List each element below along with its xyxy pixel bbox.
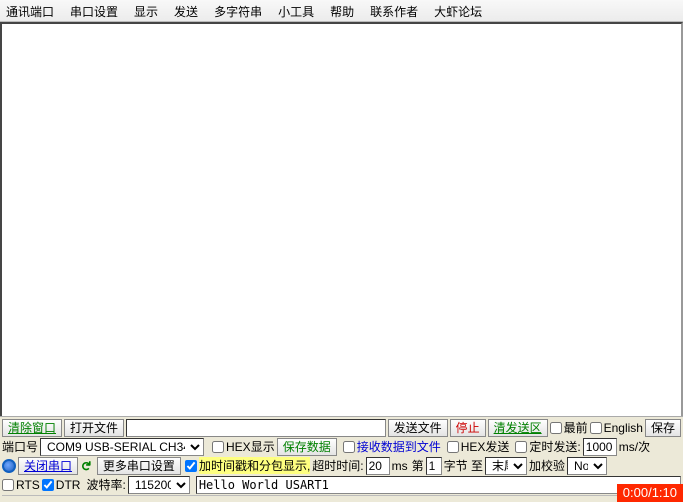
close-serial-button[interactable]: 关闭串口 [18,457,78,475]
tail-select[interactable]: 末尾 [485,457,527,475]
menu-tools[interactable]: 小工具 [278,3,314,18]
hex-show-label: HEX显示 [226,438,275,455]
timed-send-value[interactable] [583,438,617,456]
topmost-label: 最前 [564,419,588,436]
checksum-select[interactable]: None [567,457,607,475]
port-select[interactable]: COM9 USB-SERIAL CH340 [40,438,204,456]
rts-checkbox[interactable] [2,479,14,491]
port-label: 端口号 [2,438,38,455]
menu-serial-settings[interactable]: 串口设置 [70,3,118,18]
dtr-checkbox[interactable] [42,479,54,491]
save-data-button[interactable]: 保存数据 [277,438,337,456]
recv-file-label: 接收数据到文件 [357,438,441,455]
row-serial: 关闭串口 ↻ 更多串口设置 加时间戳和分包显示, 超时时间: ms 第 字节 至… [2,456,681,475]
menu-send[interactable]: 发送 [174,3,198,18]
receive-output[interactable] [0,22,683,418]
timeout-unit: ms [392,459,408,473]
send-file-button[interactable]: 发送文件 [388,419,448,437]
clear-send-button[interactable]: 清发送区 [488,419,548,437]
menu-forum[interactable]: 大虾论坛 [434,3,482,18]
menubar: 通讯端口 串口设置 显示 发送 多字符串 小工具 帮助 联系作者 大虾论坛 [0,0,683,22]
menu-display[interactable]: 显示 [134,3,158,18]
send-input[interactable] [196,476,681,494]
menu-contact[interactable]: 联系作者 [370,3,418,18]
record-icon[interactable] [2,459,16,473]
recv-file-checkbox[interactable] [343,441,355,453]
byte-to-label: 字节 至 [444,457,483,474]
nth-value[interactable] [426,457,442,475]
stop-button[interactable]: 停止 [450,419,486,437]
timestamp-label: 加时间戳和分包显示, [199,457,310,474]
timeout-value[interactable] [366,457,390,475]
dtr-label: DTR [56,478,81,492]
timeout-label: 超时时间: [312,457,363,474]
baud-select[interactable]: 115200 [128,476,190,494]
row-file: 清除窗口 打开文件 发送文件 停止 清发送区 最前 English 保存 [2,418,681,437]
baud-label: 波特率: [86,476,125,493]
menu-port[interactable]: 通讯端口 [6,3,54,18]
clear-window-button[interactable]: 清除窗口 [2,419,62,437]
english-checkbox[interactable] [590,422,602,434]
rts-label: RTS [16,478,40,492]
checksum-label: 加校验 [529,457,565,474]
footer-spacer [2,495,681,501]
timed-send-label: 定时发送: [529,438,580,455]
menu-help[interactable]: 帮助 [330,3,354,18]
topmost-checkbox[interactable] [550,422,562,434]
english-label: English [604,421,643,435]
row-send: RTS DTR 波特率: 115200 [2,475,681,494]
file-path-field[interactable] [126,419,386,437]
row-port: 端口号 COM9 USB-SERIAL CH340 HEX显示 保存数据 接收数… [2,437,681,456]
hex-show-checkbox[interactable] [212,441,224,453]
more-settings-button[interactable]: 更多串口设置 [97,457,181,475]
reload-icon[interactable]: ↻ [77,460,93,471]
timed-send-checkbox[interactable] [515,441,527,453]
timed-send-unit: ms/次 [619,438,650,455]
hex-send-checkbox[interactable] [447,441,459,453]
hex-send-label: HEX发送 [461,438,510,455]
nth-label: 第 [412,457,424,474]
open-file-button[interactable]: 打开文件 [64,419,124,437]
menu-multistring[interactable]: 多字符串 [214,3,262,18]
save-button[interactable]: 保存 [645,419,681,437]
video-timer: 0:00/1:10 [617,484,683,502]
timestamp-checkbox[interactable] [185,460,197,472]
control-panel: 清除窗口 打开文件 发送文件 停止 清发送区 最前 English 保存 端口号… [0,416,683,502]
